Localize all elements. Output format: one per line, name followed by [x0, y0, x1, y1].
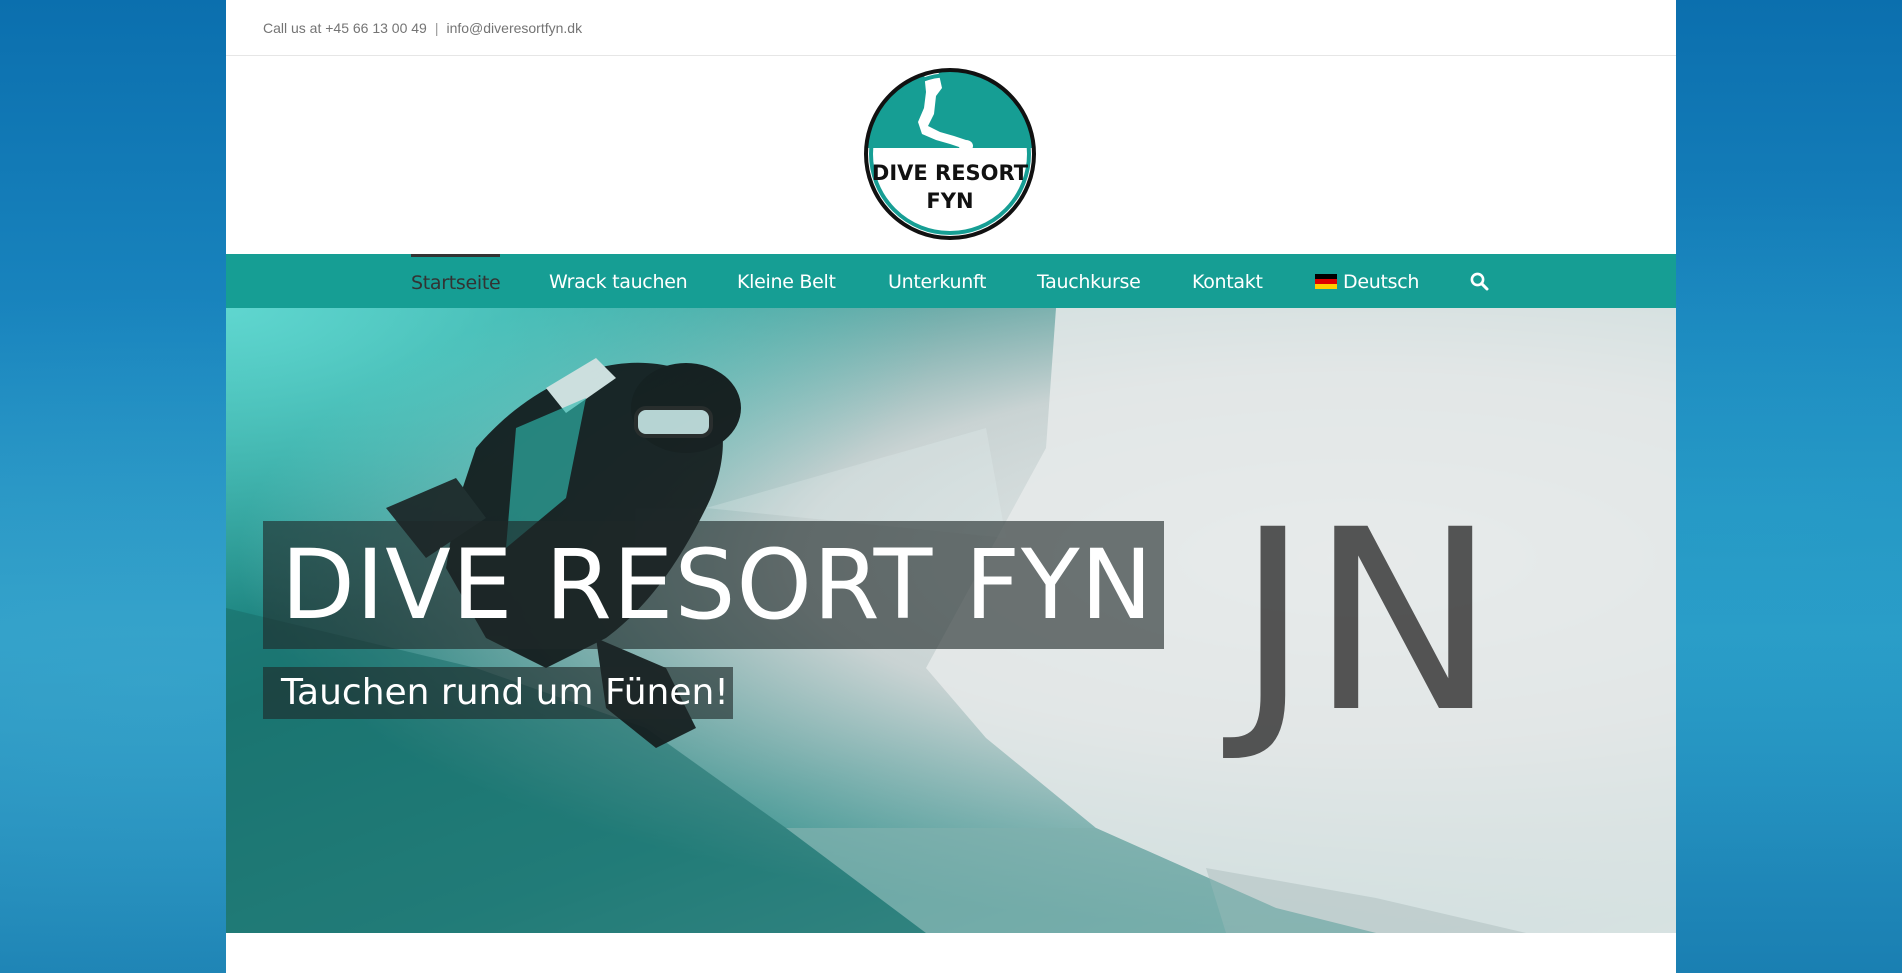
hero-subtitle: Tauchen rund um Fünen! [281, 672, 729, 713]
nav-item-deutsch[interactable]: Deutsch [1315, 254, 1419, 308]
logo-text-line2: FYN [926, 189, 973, 213]
main-navigation: Startseite Wrack tauchen Kleine Belt Unt… [226, 254, 1676, 308]
german-flag-icon [1315, 274, 1337, 289]
nav-item-kontakt[interactable]: Kontakt [1192, 254, 1263, 308]
language-label: Deutsch [1343, 271, 1420, 293]
phone-link[interactable]: Call us at +45 66 13 00 49 [263, 20, 427, 36]
nav-item-kleine-belt[interactable]: Kleine Belt [737, 254, 836, 308]
hero-subtitle-box: Tauchen rund um Fünen! [263, 667, 733, 719]
hero-slider: JN DIVE RESORT FYN Tauchen rund um Fünen… [226, 308, 1676, 933]
search-icon[interactable] [1470, 272, 1489, 291]
hull-letters: JN [1223, 476, 1497, 767]
page-container: Call us at +45 66 13 00 49 | info@divere… [226, 0, 1676, 973]
header-logo-area: DIVE RESORT FYN [226, 56, 1676, 254]
logo-text-line1: DIVE RESORT [872, 161, 1029, 185]
nav-item-unterkunft[interactable]: Unterkunft [888, 254, 987, 308]
nav-item-startseite[interactable]: Startseite [411, 254, 501, 308]
top-contact-bar: Call us at +45 66 13 00 49 | info@divere… [226, 0, 1676, 56]
hero-title: DIVE RESORT FYN [281, 529, 1154, 641]
hero-title-box: DIVE RESORT FYN [263, 521, 1164, 649]
email-link[interactable]: info@diveresortfyn.dk [446, 20, 582, 36]
contact-separator: | [434, 19, 439, 36]
nav-item-tauchkurse[interactable]: Tauchkurse [1037, 254, 1141, 308]
nav-item-wrack-tauchen[interactable]: Wrack tauchen [549, 254, 688, 308]
dive-resort-fyn-logo[interactable]: DIVE RESORT FYN [862, 66, 1038, 242]
